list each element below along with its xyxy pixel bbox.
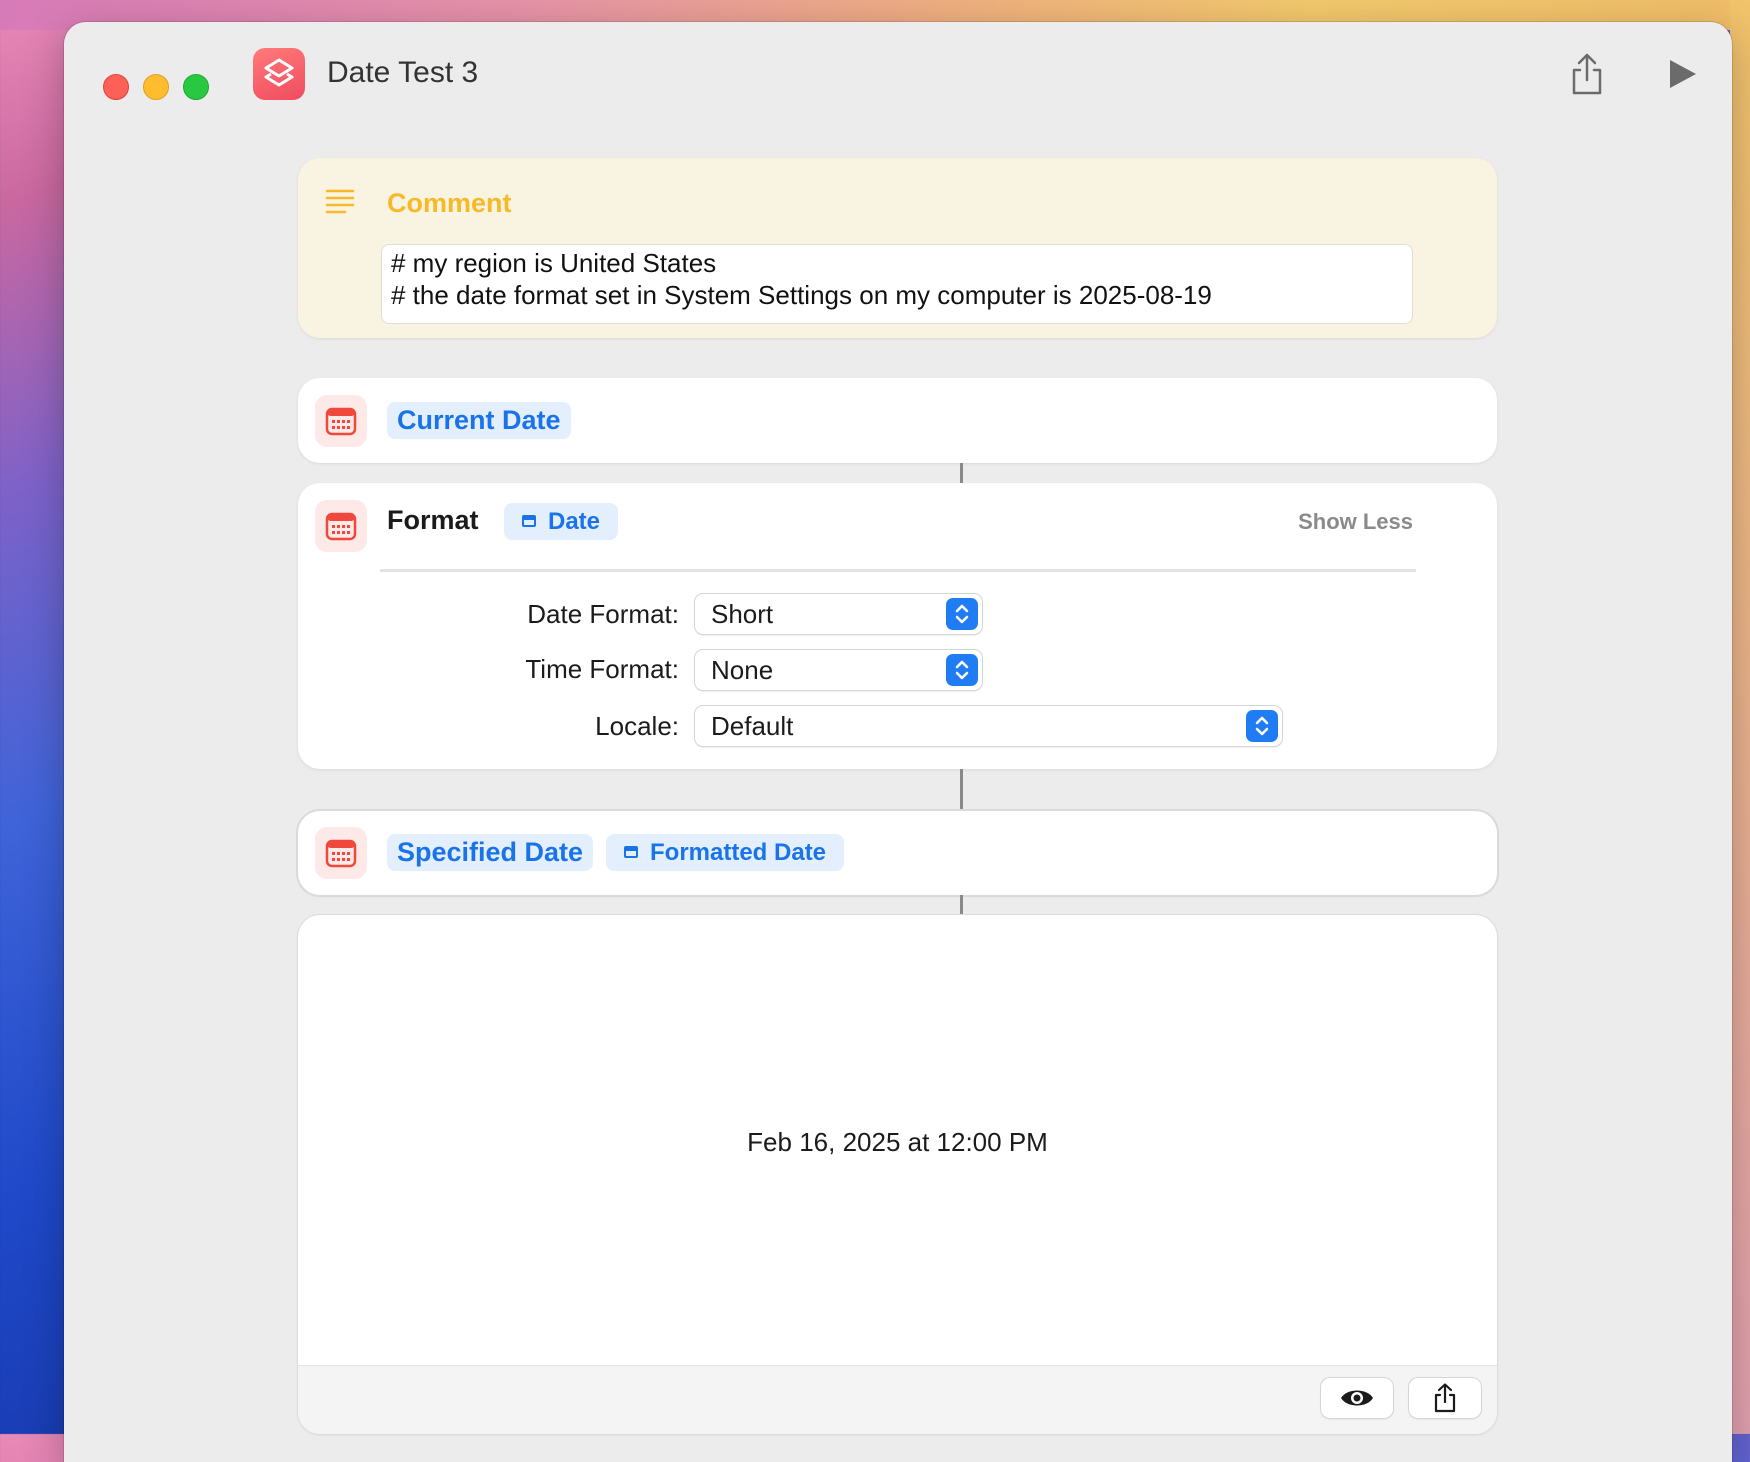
locale-label: Locale: [595, 711, 679, 741]
current-date-parameter[interactable]: Current Date [387, 402, 571, 439]
formatted-date-variable-token[interactable]: Formatted Date [606, 834, 845, 871]
show-less-button[interactable]: Show Less [1298, 509, 1413, 535]
time-format-label: Time Format: [525, 654, 679, 684]
locale-value: Default [711, 711, 794, 741]
date-format-value: Short [711, 599, 774, 629]
result-toolbar [298, 1365, 1497, 1434]
result-share-button[interactable] [1409, 1378, 1481, 1418]
calendar-mini-icon [624, 846, 638, 858]
specified-date-parameter[interactable]: Specified Date [387, 834, 594, 871]
maximize-window-button[interactable] [183, 74, 209, 100]
shortcut-editor-window: Date Test 3 Comment # my region is Unite… [64, 22, 1732, 1462]
play-icon[interactable] [1664, 56, 1700, 92]
comment-title: Comment [387, 188, 512, 218]
locale-select[interactable]: Default [695, 706, 1282, 746]
comment-text-field[interactable]: # my region is United States # the date … [381, 244, 1413, 324]
divider [380, 569, 1416, 572]
chevron-up-down-icon [1246, 710, 1278, 742]
date-format-select[interactable]: Short [695, 594, 982, 634]
date-format-label: Date Format: [527, 599, 679, 629]
calendar-icon [315, 395, 367, 447]
result-output: Feb 16, 2025 at 12:00 PM [747, 1127, 1048, 1157]
calendar-mini-icon [522, 515, 536, 527]
action-connector [960, 895, 963, 915]
calendar-icon [315, 827, 367, 879]
share-icon [1434, 1383, 1456, 1413]
format-action-title: Format [387, 505, 479, 535]
calendar-icon [315, 500, 367, 552]
date-variable-label: Date [548, 508, 601, 535]
comment-action[interactable]: Comment # my region is United States # t… [298, 158, 1497, 338]
text-lines-icon [325, 188, 355, 219]
result-panel: Feb 16, 2025 at 12:00 PM [298, 915, 1497, 1434]
comment-line: # my region is United States [391, 248, 717, 278]
minimize-window-button[interactable] [143, 74, 169, 100]
date-variable-token[interactable]: Date [504, 503, 619, 540]
chevron-up-down-icon [946, 654, 978, 686]
action-connector [960, 769, 963, 811]
close-window-button[interactable] [103, 74, 129, 100]
format-date-action[interactable]: Format Date Show Less Date Format: Short… [298, 483, 1497, 769]
eye-icon [1341, 1390, 1373, 1406]
preview-button[interactable] [1321, 1378, 1393, 1418]
window-title: Date Test 3 [327, 56, 479, 89]
comment-line: # the date format set in System Settings… [391, 280, 1212, 310]
shortcuts-app-icon [253, 48, 305, 100]
specified-date-action[interactable]: Specified Date Formatted Date [298, 811, 1497, 895]
wallpaper-edge [1730, 0, 1750, 1434]
time-format-select[interactable]: None [695, 650, 982, 690]
share-icon[interactable] [1567, 52, 1607, 96]
time-format-value: None [711, 655, 774, 685]
formatted-date-label: Formatted Date [650, 839, 827, 866]
current-date-action[interactable]: Current Date [298, 378, 1497, 463]
action-connector [960, 463, 963, 483]
chevron-up-down-icon [946, 598, 978, 630]
